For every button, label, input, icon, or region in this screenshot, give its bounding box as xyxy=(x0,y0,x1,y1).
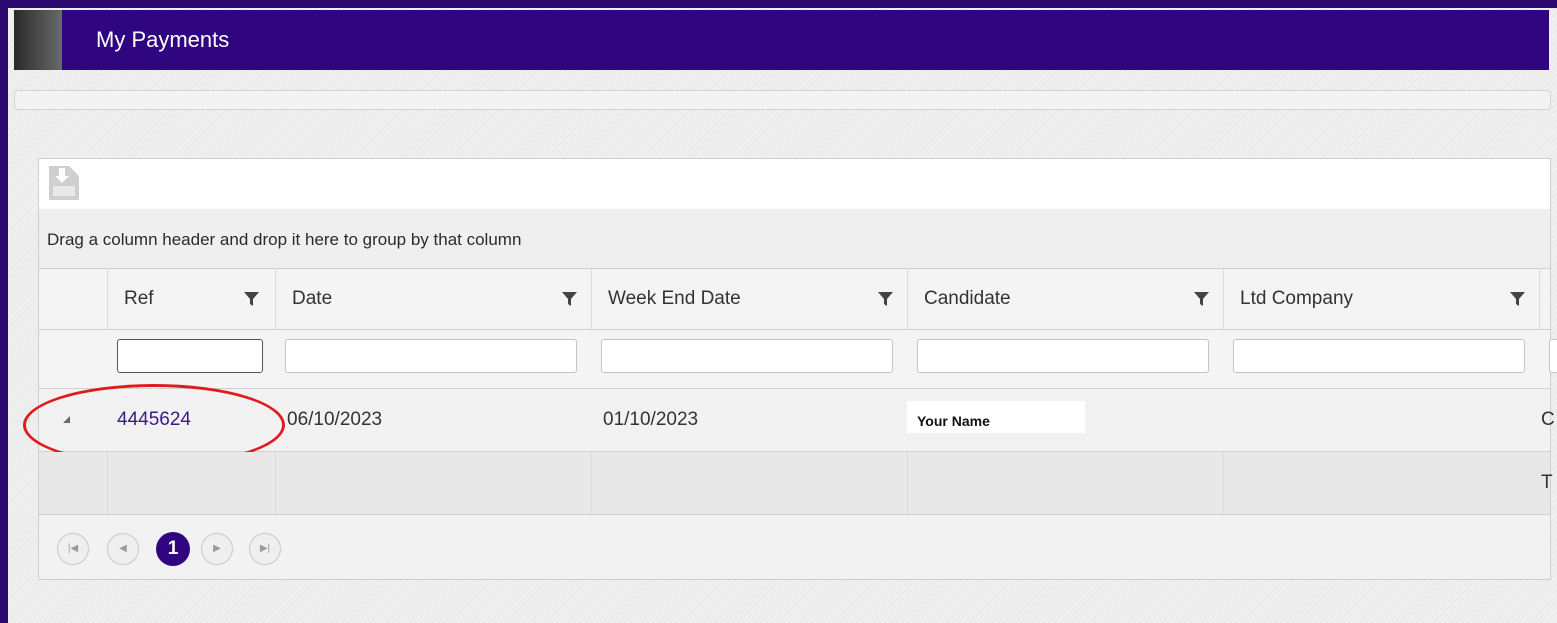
funnel-icon[interactable] xyxy=(562,291,577,306)
expand-row-icon[interactable] xyxy=(63,416,70,423)
last-page-icon[interactable]: ▶| xyxy=(249,533,281,565)
current-page-number[interactable]: 1 xyxy=(156,532,190,566)
candidate-filter-input[interactable] xyxy=(917,339,1209,373)
funnel-icon[interactable] xyxy=(1510,291,1525,306)
column-header-label: Week End Date xyxy=(608,288,741,309)
first-page-icon[interactable]: |◀ xyxy=(57,533,89,565)
column-header-label: Ltd Company xyxy=(1240,288,1354,309)
group-by-drop-area[interactable]: Drag a column header and drop it here to… xyxy=(39,209,1550,269)
grid-toolbar xyxy=(39,159,1550,209)
column-header-ltd-company[interactable]: Ltd Company xyxy=(1223,269,1539,329)
column-header-candidate[interactable]: Candidate xyxy=(907,269,1223,329)
column-header-label: Ref xyxy=(124,288,154,309)
grid-filter-row xyxy=(39,330,1557,389)
export-document-icon[interactable] xyxy=(47,164,81,202)
column-header-label: Date xyxy=(292,288,333,309)
date-filter-input[interactable] xyxy=(285,339,577,373)
pager: |◀ ◀ 1 ▶ ▶| xyxy=(39,515,1550,579)
next-column-cell: C xyxy=(1541,409,1555,430)
funnel-icon[interactable] xyxy=(1194,291,1209,306)
title-bar-accent xyxy=(14,10,62,70)
grid-footer-row: T xyxy=(39,452,1553,515)
funnel-icon[interactable] xyxy=(878,291,893,306)
title-bar: My Payments xyxy=(14,10,1549,70)
column-header-ref[interactable]: Ref xyxy=(107,269,275,329)
table-row[interactable]: 4445624 06/10/2023 01/10/2023 Your Name … xyxy=(23,384,1555,466)
ltd-company-filter-input[interactable] xyxy=(1233,339,1525,373)
week-end-date-cell: 01/10/2023 xyxy=(603,409,699,430)
filter-strip xyxy=(14,90,1551,110)
week-end-date-filter-input[interactable] xyxy=(601,339,893,373)
ref-link[interactable]: 4445624 xyxy=(117,389,191,451)
date-cell: 06/10/2023 xyxy=(287,409,383,430)
column-header-week-end-date[interactable]: Week End Date xyxy=(591,269,907,329)
footer-next-column-cell: T xyxy=(1541,472,1553,493)
footer-cell xyxy=(275,452,591,514)
next-column-filter-input[interactable] xyxy=(1549,339,1557,373)
candidate-cell: Your Name xyxy=(907,401,1085,433)
column-header-next-partial[interactable] xyxy=(1539,269,1550,329)
footer-cell xyxy=(1223,452,1539,514)
footer-cell xyxy=(591,452,907,514)
footer-cell xyxy=(107,452,275,514)
page-title: My Payments xyxy=(96,27,230,52)
funnel-icon[interactable] xyxy=(244,291,259,306)
footer-cell xyxy=(907,452,1223,514)
prev-page-icon[interactable]: ◀ xyxy=(107,533,139,565)
grid-header-row: Ref Date Week End Date Candidate Ltd Com… xyxy=(39,269,1550,330)
ref-filter-input[interactable] xyxy=(117,339,263,373)
header-expander-cell xyxy=(39,269,107,329)
next-page-icon[interactable]: ▶ xyxy=(201,533,233,565)
column-header-label: Candidate xyxy=(924,288,1011,309)
payments-grid: Drag a column header and drop it here to… xyxy=(23,158,1557,580)
column-header-date[interactable]: Date xyxy=(275,269,591,329)
